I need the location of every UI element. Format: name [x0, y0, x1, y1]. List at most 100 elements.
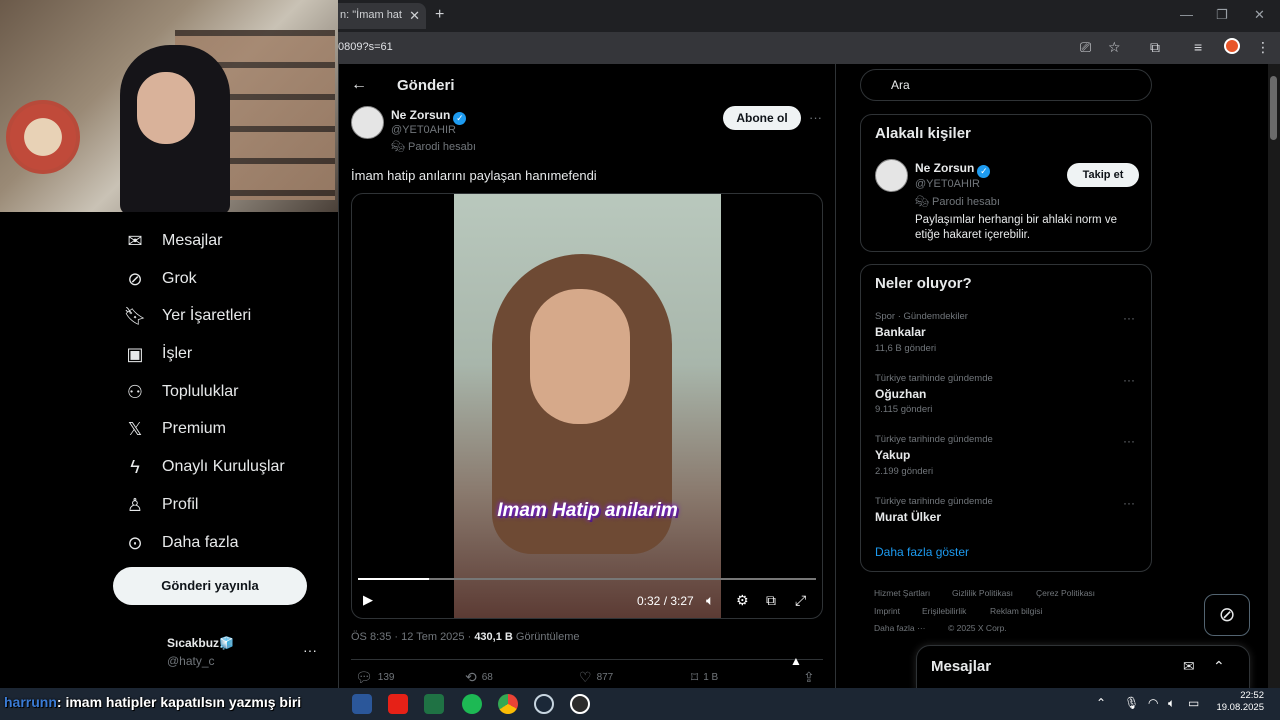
- relevant-parody-row: 🎭︎ Parodi hesabı: [915, 195, 1000, 208]
- relevant-name-row[interactable]: Ne Zorsun ✓: [915, 161, 991, 178]
- close-window-icon[interactable]: ✕: [1254, 7, 1265, 23]
- battery-icon[interactable]: ▭: [1188, 696, 1199, 710]
- like-button[interactable]: ♡ 877: [579, 669, 613, 686]
- address-bar[interactable]: 0809?s=61: [338, 41, 393, 53]
- chat-overlay: harrunn: imam hatipler kapatılsın yazmış…: [4, 694, 301, 710]
- repost-count: 68: [481, 672, 493, 683]
- footer-link[interactable]: Daha fazla ···: [874, 623, 926, 633]
- nav-item-messages[interactable]: ✉ Mesajlar: [124, 226, 222, 256]
- relevant-handle[interactable]: @YET0AHIR: [915, 178, 980, 190]
- trend-name[interactable]: Yakup: [875, 448, 910, 462]
- footer-link[interactable]: Erişilebilirlik: [922, 606, 966, 616]
- trend-name[interactable]: Oğuzhan: [875, 387, 926, 401]
- compose-message-icon[interactable]: ✉: [1183, 658, 1195, 675]
- youtube-icon[interactable]: [388, 694, 408, 714]
- steam-icon[interactable]: [534, 694, 554, 714]
- post-timestamp[interactable]: ÖS 8:35 · 12 Tem 2025 ·: [351, 631, 474, 643]
- repost-button[interactable]: ⟲ 68: [465, 669, 493, 686]
- card-title: Neler oluyor?: [875, 275, 972, 292]
- video-time: 0:32 / 3:27: [637, 594, 694, 608]
- close-tab-icon[interactable]: ✕: [409, 8, 420, 24]
- taskbar-clock[interactable]: 22:52 19.08.2025: [1212, 690, 1264, 714]
- cast-icon[interactable]: ⎚: [1080, 39, 1091, 56]
- footer-link[interactable]: Reklam bilgisi: [990, 606, 1042, 616]
- profile-avatar[interactable]: [1224, 38, 1240, 54]
- trend-more-icon[interactable]: ···: [1123, 496, 1135, 510]
- post-button[interactable]: Gönderi yayınla: [113, 567, 307, 605]
- footer-link[interactable]: Hizmet Şartları: [874, 588, 930, 598]
- speaker-icon[interactable]: 🔈︎: [1168, 696, 1175, 711]
- share-button[interactable]: ⇪: [803, 669, 815, 686]
- author-avatar[interactable]: [351, 106, 384, 139]
- clock-date: 19.08.2025: [1216, 702, 1264, 713]
- play-icon[interactable]: ▶: [363, 592, 373, 608]
- menu-icon[interactable]: ⋮: [1256, 39, 1270, 56]
- grok-fab-icon[interactable]: ⊘: [1204, 594, 1250, 636]
- footer-link[interactable]: Imprint: [874, 606, 900, 616]
- search-input[interactable]: Ara: [860, 69, 1152, 101]
- media-icon[interactable]: ≡: [1194, 39, 1202, 55]
- footer-link[interactable]: Çerez Politikası: [1036, 588, 1095, 598]
- trend-name[interactable]: Murat Ülker: [875, 510, 941, 524]
- nav-item-communities[interactable]: ⚇ Topluluklar: [124, 377, 239, 407]
- nav-item-grok[interactable]: ⊘ Grok: [124, 264, 196, 294]
- trend-more-icon[interactable]: ···: [1123, 434, 1135, 448]
- messages-dock[interactable]: Mesajlar ✉ ⌃: [916, 645, 1250, 691]
- tray-expand-icon[interactable]: ⌃: [1096, 696, 1106, 710]
- footer-link[interactable]: Gizlilik Politikası: [952, 588, 1013, 598]
- microphone-icon[interactable]: 🎙︎: [1124, 696, 1139, 710]
- fullscreen-icon[interactable]: ⤢: [795, 592, 806, 609]
- nav-item-verified-orgs[interactable]: ϟ Onaylı Kuruluşlar: [124, 452, 284, 482]
- trend-category: Türkiye tarihinde gündemde: [875, 373, 993, 384]
- post-more-icon[interactable]: ···: [809, 110, 822, 125]
- relevant-avatar[interactable]: [875, 159, 908, 192]
- trend-name[interactable]: Bankalar: [875, 325, 926, 339]
- restore-icon[interactable]: ❐: [1216, 7, 1228, 23]
- post-meta: ÖS 8:35 · 12 Tem 2025 · 430,1 B Görüntül…: [351, 631, 580, 643]
- follow-button[interactable]: Takip et: [1067, 163, 1139, 187]
- obs-icon[interactable]: [570, 694, 590, 714]
- trend-category: Spor · Gündemdekiler: [875, 311, 968, 322]
- trend-more-icon[interactable]: ···: [1123, 311, 1135, 325]
- settings-gear-icon[interactable]: ⚙: [736, 592, 749, 609]
- nav-item-profile[interactable]: ♙ Profil: [124, 490, 199, 520]
- browser-tab[interactable]: n: "İmam hat ✕: [330, 3, 426, 29]
- back-arrow-icon[interactable]: ←: [351, 76, 367, 94]
- pip-icon[interactable]: ⧉: [766, 592, 776, 609]
- volume-icon[interactable]: 🔈︎: [706, 592, 714, 609]
- mouse-cursor-icon: ▲: [790, 654, 802, 668]
- extensions-icon[interactable]: ⧉: [1150, 39, 1160, 56]
- wifi-icon[interactable]: ◠: [1148, 696, 1158, 710]
- people-icon: ⚇: [126, 381, 144, 402]
- briefcase-icon: ▣: [126, 343, 144, 364]
- share-icon: ⇪: [803, 669, 815, 685]
- subscribe-button[interactable]: Abone ol: [723, 106, 801, 130]
- spotify-icon[interactable]: [462, 694, 482, 714]
- minimize-icon[interactable]: —: [1180, 7, 1193, 22]
- author-name-row[interactable]: Ne Zorsun ✓: [391, 108, 467, 125]
- video-player[interactable]: Imam Hatip anilarim ▶ 0:32 / 3:27 🔈︎ ⚙ ⧉…: [351, 193, 823, 619]
- bookmark-button[interactable]: ⌑ 1 B: [691, 669, 718, 686]
- new-tab-icon[interactable]: +: [435, 6, 444, 24]
- video-progress-bar[interactable]: [358, 578, 816, 580]
- chrome-icon[interactable]: [498, 694, 518, 714]
- scrollbar-thumb[interactable]: [1270, 76, 1277, 140]
- account-more-icon[interactable]: ···: [303, 642, 317, 658]
- star-icon[interactable]: ☆: [1108, 39, 1121, 56]
- word-icon[interactable]: [352, 694, 372, 714]
- scrollbar[interactable]: [1268, 64, 1280, 688]
- show-more-link[interactable]: Daha fazla göster: [875, 545, 969, 559]
- reply-button[interactable]: 💬︎ 139: [355, 669, 394, 686]
- account-name[interactable]: Sıcakbuz🧊: [167, 636, 234, 650]
- page-title: Gönderi: [397, 77, 455, 94]
- view-count: 430,1 B: [474, 631, 513, 643]
- nav-item-more[interactable]: ⊙ Daha fazla: [124, 528, 238, 558]
- expand-dock-icon[interactable]: ⌃: [1213, 658, 1225, 675]
- nav-item-bookmarks[interactable]: 🔖︎ Yer İşaretleri: [124, 301, 252, 331]
- nav-item-jobs[interactable]: ▣ İşler: [124, 339, 192, 369]
- reply-count: 139: [377, 672, 395, 683]
- author-handle[interactable]: @YET0AHIR: [391, 124, 456, 136]
- trend-more-icon[interactable]: ···: [1123, 373, 1135, 387]
- excel-icon[interactable]: [424, 694, 444, 714]
- nav-item-premium[interactable]: 𝕏 Premium: [124, 414, 226, 444]
